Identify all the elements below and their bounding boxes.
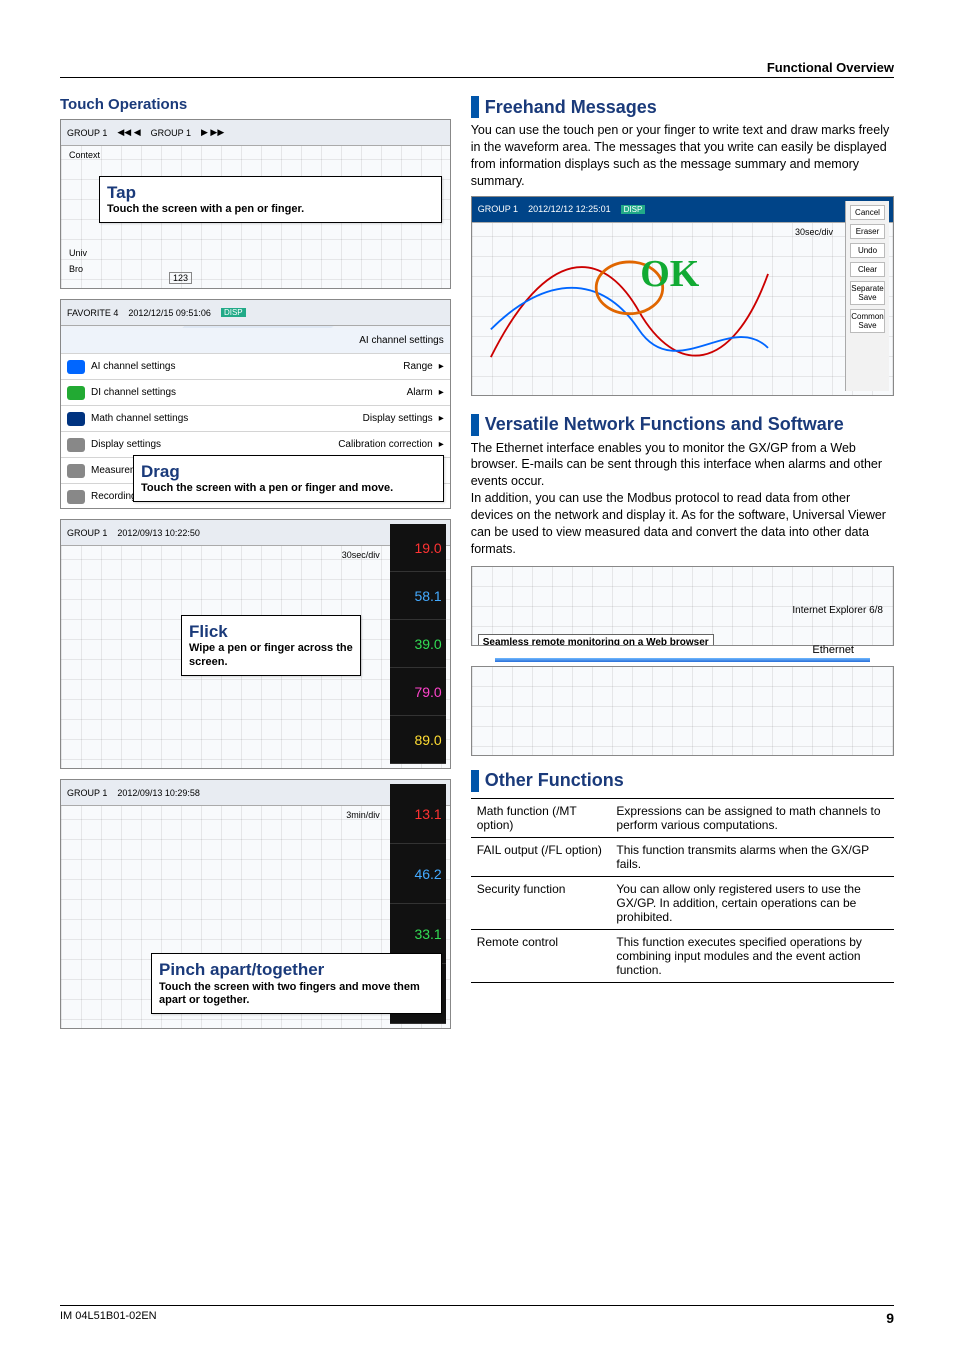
drag-text: Touch the screen with a pen or finger an… — [141, 482, 393, 494]
eraser-button[interactable]: Eraser — [850, 224, 885, 239]
ie-label: Internet Explorer 6/8 — [792, 605, 883, 616]
undo-button[interactable]: Undo — [850, 243, 885, 258]
table-row: Math function (/MT option)Expressions ca… — [471, 798, 894, 837]
flick-title: Flick — [189, 622, 228, 641]
freehand-ok: OK — [640, 252, 699, 296]
clear-button[interactable]: Clear — [850, 262, 885, 277]
right-column: Freehand Messages You can use the touch … — [471, 96, 894, 1029]
device-screenshot — [471, 666, 894, 756]
network-body: The Ethernet interface enables you to mo… — [471, 440, 894, 558]
ethernet-line: Ethernet — [495, 658, 870, 662]
page-number: 9 — [886, 1310, 894, 1326]
touch-ops-title: Touch Operations — [60, 96, 451, 113]
drag-screenshot: FAVORITE 4 2012/12/15 09:51:06 DISP AI c… — [60, 299, 451, 509]
section-bar-icon — [471, 414, 479, 436]
com-save-button[interactable]: Common Save — [850, 309, 885, 333]
pinch-screenshot: GROUP 1 2012/09/13 10:29:58 3min/div 13.… — [60, 779, 451, 1029]
freehand-curves — [482, 237, 777, 376]
flick-screenshot: GROUP 1 2012/09/13 10:22:50 30sec/div 19… — [60, 519, 451, 769]
seamless-caption: Seamless remote monitoring on a Web brow… — [478, 634, 714, 646]
header-section: Functional Overview — [60, 60, 894, 78]
table-row: Security functionYou can allow only regi… — [471, 876, 894, 929]
browser-screenshot: Seamless remote monitoring on a Web brow… — [471, 566, 894, 646]
section-bar-icon — [471, 96, 479, 118]
flick-text: Wipe a pen or finger across the screen. — [189, 642, 353, 668]
other-title: Other Functions — [485, 770, 624, 791]
other-functions-table: Math function (/MT option)Expressions ca… — [471, 798, 894, 983]
table-row: FAIL output (/FL option)This function tr… — [471, 837, 894, 876]
freehand-title: Freehand Messages — [485, 97, 657, 118]
tap-screenshot: GROUP 1 ◀◀ ◀GROUP 1▶ ▶▶ Context Tap Touc… — [60, 119, 451, 289]
ethernet-label: Ethernet — [812, 644, 854, 656]
top-group: GROUP 1 — [67, 128, 107, 138]
section-bar-icon — [471, 770, 479, 792]
sep-save-button[interactable]: Separate Save — [850, 281, 885, 305]
tap-title: Tap — [107, 183, 136, 202]
table-row: Remote controlThis function executes spe… — [471, 929, 894, 982]
footer-doc-id: IM 04L51B01-02EN — [60, 1310, 157, 1326]
tap-text: Touch the screen with a pen or finger. — [107, 203, 304, 215]
freehand-toolbar: Cancel Eraser Undo Clear Separate Save C… — [845, 201, 889, 391]
pinch-text: Touch the screen with two fingers and mo… — [159, 981, 420, 1007]
context-label: Context — [69, 150, 100, 160]
drag-title: Drag — [141, 462, 180, 481]
touch-operations-col: Touch Operations GROUP 1 ◀◀ ◀GROUP 1▶ ▶▶… — [60, 96, 451, 1029]
network-title: Versatile Network Functions and Software — [485, 414, 844, 435]
freehand-body: You can use the touch pen or your finger… — [471, 122, 894, 190]
cancel-button[interactable]: Cancel — [850, 205, 885, 220]
freehand-screenshot: GROUP 1 2012/12/12 12:25:01 DISP 30sec/d… — [471, 196, 894, 396]
pinch-title: Pinch apart/together — [159, 960, 324, 979]
